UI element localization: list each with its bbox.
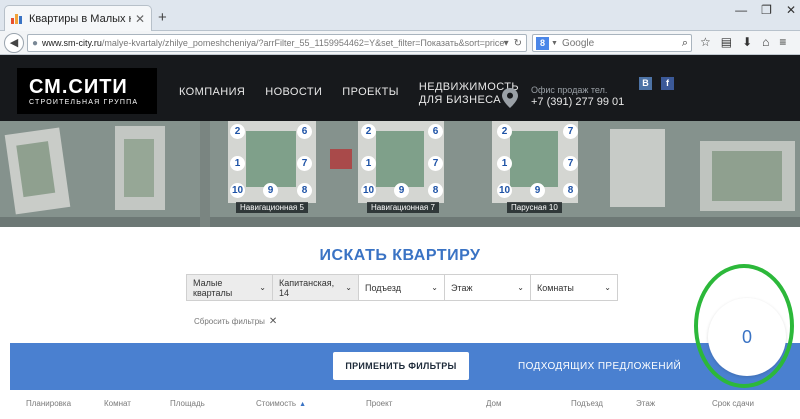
map-entrance-marker[interactable]: 7 (563, 124, 578, 139)
menu-icon[interactable]: ≡ (779, 35, 786, 49)
chevron-down-icon[interactable]: ▼ (551, 40, 558, 47)
results-bar: ПРИМЕНИТЬ ФИЛЬТРЫ ПОДХОДЯЩИХ ПРЕДЛОЖЕНИЙ (10, 343, 800, 390)
apply-filters-button[interactable]: ПРИМЕНИТЬ ФИЛЬТРЫ (333, 352, 469, 380)
vk-icon[interactable]: В (639, 77, 652, 90)
site-favicon-icon (11, 13, 23, 24)
site-header: СМ.СИТИ СТРОИТЕЛЬНАЯ ГРУППА КОМПАНИЯ НОВ… (0, 55, 800, 121)
browser-nav-bar: ◀ ● www.sm-city.ru/malye-kvartaly/zhilye… (0, 31, 800, 55)
apartment-search-panel: ИСКАТЬ КВАРТИРУ Малые кварталы ⌄ Капитанс… (10, 227, 790, 343)
search-input[interactable] (561, 37, 662, 49)
column-completion[interactable]: Срок сдачи (712, 399, 754, 408)
office-label: Офис продаж тел. (531, 85, 608, 95)
star-dropdown-icon[interactable]: ▾ (504, 38, 509, 49)
column-price[interactable]: Стоимость ▲ (256, 399, 306, 408)
close-icon: ✕ (268, 316, 278, 327)
map-entrance-marker[interactable]: 2 (230, 124, 245, 139)
chevron-down-icon: ⌄ (517, 283, 524, 292)
map-entrance-marker[interactable]: 8 (297, 183, 312, 198)
menu-item-projects[interactable]: ПРОЕКТЫ (342, 86, 399, 107)
reset-filters-link[interactable]: Сбросить фильтры ✕ (194, 316, 277, 327)
column-area[interactable]: Площадь (170, 399, 205, 408)
map-entrance-marker[interactable]: 1 (361, 156, 376, 171)
map-entrance-marker[interactable]: 10 (497, 183, 512, 198)
new-tab-icon[interactable]: + (158, 9, 167, 26)
back-arrow-icon[interactable]: ◀ (4, 33, 24, 53)
filter-district[interactable]: Малые кварталы ⌄ (186, 274, 273, 301)
column-house[interactable]: Дом (486, 399, 501, 408)
map-building-label[interactable]: Парусная 10 (507, 202, 562, 213)
map-entrance-marker[interactable]: 6 (428, 124, 443, 139)
maximize-icon[interactable]: ❐ (761, 3, 772, 17)
search-title: ИСКАТЬ КВАРТИРУ (319, 247, 481, 264)
filter-rooms[interactable]: Комнаты ⌄ (530, 274, 618, 301)
filter-floor[interactable]: Этаж ⌄ (444, 274, 531, 301)
sales-office: Офис продаж тел. +7 (391) 277 99 01 (531, 85, 624, 108)
globe-icon: ● (32, 37, 39, 49)
window-controls: — ❐ ✕ (735, 3, 796, 17)
browser-tab[interactable]: Квартиры в Малых кварта... ✕ (4, 5, 152, 31)
sort-ascending-icon: ▲ (299, 401, 306, 408)
map-entrance-marker[interactable]: 7 (428, 156, 443, 171)
map-entrance-marker[interactable]: 1 (230, 156, 245, 171)
map-entrance-marker[interactable]: 9 (263, 183, 278, 198)
menu-item-news[interactable]: НОВОСТИ (265, 86, 322, 107)
bookmarks-list-icon[interactable]: ▤ (721, 35, 732, 49)
toolbar-icons: ☆ ▤ ⬇ ⌂ ≡ (700, 35, 786, 49)
offers-count: 0 (741, 326, 752, 347)
column-floor[interactable]: Этаж (636, 399, 655, 408)
filter-entrance[interactable]: Подъезд ⌄ (358, 274, 445, 301)
map-entrance-marker[interactable]: 7 (563, 156, 578, 171)
url-text[interactable]: www.sm-city.ru/malye-kvartaly/zhilye_pom… (42, 38, 504, 48)
main-menu: КОМПАНИЯ НОВОСТИ ПРОЕКТЫ НЕДВИЖИМОСТЬ ДЛ… (179, 81, 519, 107)
column-rooms[interactable]: Комнат (104, 399, 131, 408)
map-entrance-marker[interactable]: 9 (530, 183, 545, 198)
bookmark-star-icon[interactable]: ☆ (700, 35, 711, 49)
chevron-down-icon: ⌄ (431, 283, 438, 292)
site-logo[interactable]: СМ.СИТИ СТРОИТЕЛЬНАЯ ГРУППА (17, 68, 157, 114)
map-entrance-marker[interactable]: 7 (297, 156, 312, 171)
tab-title: Квартиры в Малых кварта... (29, 12, 131, 25)
map-pin-icon (502, 88, 518, 108)
chevron-down-icon: ⌄ (604, 283, 611, 292)
close-icon[interactable]: ✕ (135, 12, 145, 26)
map-entrance-marker[interactable]: 8 (428, 183, 443, 198)
reload-icon[interactable]: ↻ (514, 38, 522, 49)
map-entrance-marker[interactable]: 10 (361, 183, 376, 198)
column-layout[interactable]: Планировка (26, 399, 71, 408)
map-entrance-marker[interactable]: 2 (361, 124, 376, 139)
address-bar[interactable]: ● www.sm-city.ru/malye-kvartaly/zhilye_p… (27, 34, 527, 52)
map-entrance-marker[interactable]: 8 (563, 183, 578, 198)
menu-item-company[interactable]: КОМПАНИЯ (179, 86, 245, 107)
map-entrance-marker[interactable]: 10 (230, 183, 245, 198)
download-icon[interactable]: ⬇ (742, 35, 752, 49)
chevron-down-icon: ⌄ (259, 283, 266, 292)
chevron-down-icon: ⌄ (345, 283, 352, 292)
map-building-label[interactable]: Навигационная 7 (367, 202, 439, 213)
home-icon[interactable]: ⌂ (762, 35, 769, 49)
map-building-label[interactable]: Навигационная 5 (236, 202, 308, 213)
map-entrance-marker[interactable]: 6 (297, 124, 312, 139)
map-entrance-marker[interactable]: 1 (497, 156, 512, 171)
google-icon[interactable]: 8 (536, 36, 549, 50)
search-icon[interactable]: ⌕ (682, 37, 688, 50)
column-entrance[interactable]: Подъезд (571, 399, 603, 408)
facebook-icon[interactable]: f (661, 77, 674, 90)
minimize-icon[interactable]: — (735, 3, 747, 17)
offers-count-bubble: 0 (708, 298, 786, 376)
column-project[interactable]: Проект (366, 399, 392, 408)
map-entrance-marker[interactable]: 9 (394, 183, 409, 198)
matching-offers-label: ПОДХОДЯЩИХ ПРЕДЛОЖЕНИЙ (518, 361, 682, 372)
filter-house[interactable]: Капитанская, 14 ⌄ (272, 274, 359, 301)
office-phone[interactable]: +7 (391) 277 99 01 (531, 96, 624, 108)
aerial-map: 2 6 1 7 10 9 8 2 6 1 7 10 9 8 2 7 1 7 10… (0, 121, 800, 227)
search-bar[interactable]: 8 ▼ ⌕ (532, 34, 692, 52)
close-window-icon[interactable]: ✕ (786, 3, 796, 17)
map-entrance-marker[interactable]: 2 (497, 124, 512, 139)
filter-row: Малые кварталы ⌄ Капитанская, 14 ⌄ Подъезд… (186, 274, 618, 301)
results-table-header: Планировка Комнат Площадь Стоимость ▲ Про… (0, 390, 800, 419)
browser-tab-bar: Квартиры в Малых кварта... ✕ + — ❐ ✕ (0, 0, 800, 31)
